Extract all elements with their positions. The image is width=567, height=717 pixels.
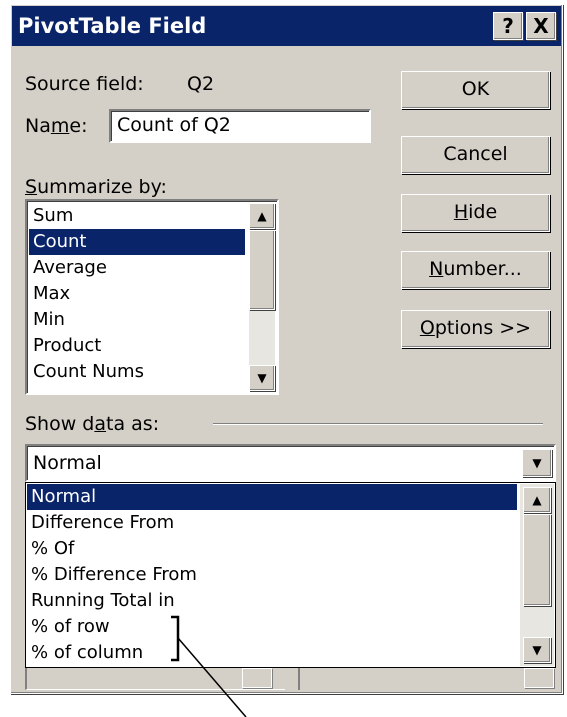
show-data-as-combobox[interactable]: Normal ▼: [25, 444, 556, 482]
list-item[interactable]: Max: [29, 281, 245, 307]
help-button[interactable]: ?: [493, 12, 523, 40]
list-item[interactable]: Min: [29, 307, 245, 333]
number-button[interactable]: Number...: [401, 251, 550, 289]
scroll-thumb[interactable]: [523, 514, 551, 606]
list-item[interactable]: Average: [29, 255, 245, 281]
cancel-button[interactable]: Cancel: [401, 136, 550, 174]
scroll-thumb[interactable]: [249, 230, 275, 310]
dropdown-item[interactable]: Difference From: [27, 510, 517, 536]
dropdown-arrow-icon[interactable]: ▼: [522, 449, 552, 477]
show-data-as-dropdown[interactable]: Normal Difference From % Of % Difference…: [25, 482, 556, 668]
summarize-items: Sum Count Average Max Min Product Count …: [29, 203, 245, 385]
scroll-down-icon[interactable]: ▼: [523, 637, 551, 663]
source-field-label: Source field:: [25, 73, 144, 95]
list-item-selected[interactable]: Count: [29, 229, 245, 255]
partial-scroll-button: [242, 668, 272, 688]
summarize-by-label: Summarize by:: [25, 176, 167, 198]
group-separator: [213, 423, 543, 425]
source-field-value: Q2: [187, 73, 215, 95]
title-bar: PivotTable Field: [12, 6, 561, 46]
list-item[interactable]: Count Nums: [29, 359, 245, 385]
dropdown-item[interactable]: % of row: [27, 614, 517, 640]
dropdown-item[interactable]: % of column: [27, 640, 517, 666]
dropdown-item[interactable]: Running Total in: [27, 588, 517, 614]
ok-button[interactable]: OK: [401, 71, 550, 109]
window-title: PivotTable Field: [18, 14, 207, 38]
scroll-up-icon[interactable]: ▲: [523, 487, 551, 513]
dropdown-items: Normal Difference From % Of % Difference…: [27, 484, 517, 666]
partial-scroll-button: [524, 668, 554, 688]
summarize-by-list[interactable]: Sum Count Average Max Min Product Count …: [25, 199, 279, 395]
name-input[interactable]: Count of Q2: [109, 109, 371, 143]
hide-button[interactable]: Hide: [401, 194, 550, 232]
close-button[interactable]: X: [526, 12, 556, 40]
dropdown-item-selected[interactable]: Normal: [27, 484, 517, 510]
show-data-as-value: Normal: [33, 452, 102, 474]
list-item[interactable]: Product: [29, 333, 245, 359]
scroll-down-icon[interactable]: ▼: [249, 365, 275, 391]
pivottable-field-dialog: PivotTable Field ? X Source field: Q2 Na…: [0, 0, 567, 717]
options-button[interactable]: Options >>: [401, 310, 550, 348]
summarize-scrollbar[interactable]: ▲ ▼: [249, 203, 275, 391]
hidden-base-field-list: [25, 668, 285, 690]
scroll-up-icon[interactable]: ▲: [249, 203, 275, 229]
list-item[interactable]: Sum: [29, 203, 245, 229]
hidden-base-item-list: [298, 668, 556, 690]
name-label: Name:: [25, 115, 88, 137]
show-data-as-label: Show data as:: [25, 413, 160, 435]
dropdown-item[interactable]: % Of: [27, 536, 517, 562]
dropdown-item[interactable]: % Difference From: [27, 562, 517, 588]
dropdown-scrollbar[interactable]: ▲ ▼: [520, 484, 554, 666]
